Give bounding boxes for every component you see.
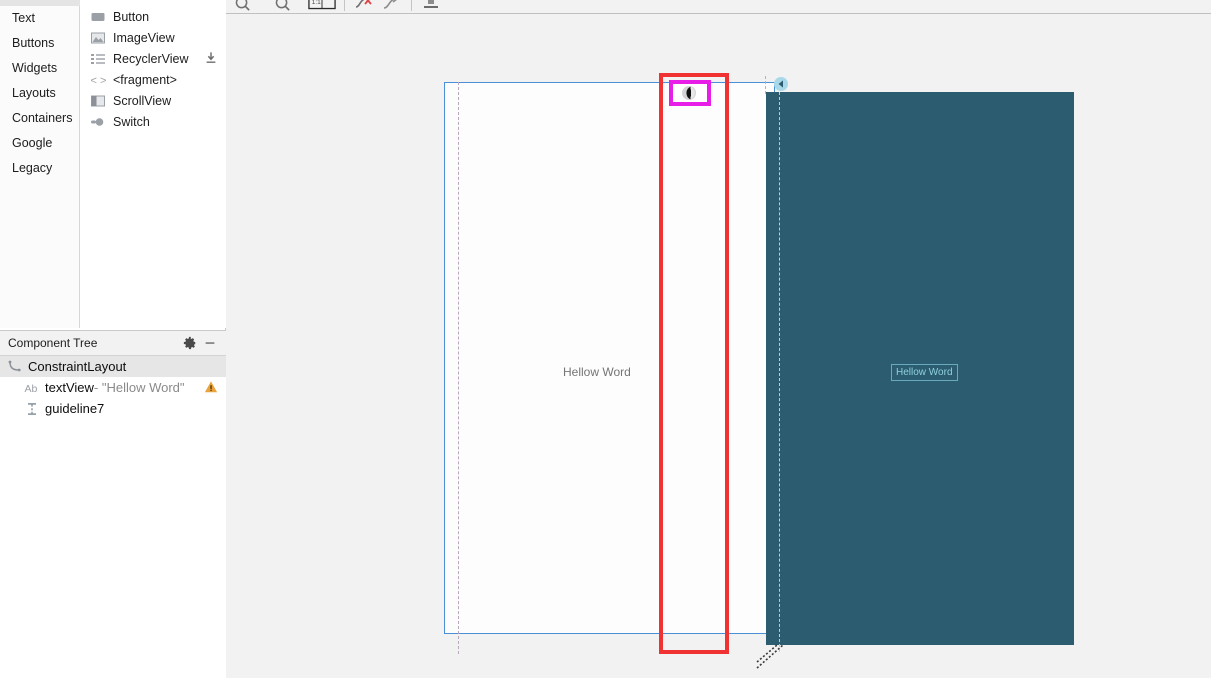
svg-text:Ab: Ab xyxy=(25,383,38,395)
component-tree-header: Component Tree xyxy=(0,331,226,356)
vertical-guideline-blueprint[interactable] xyxy=(779,92,780,652)
guideline-toggle-handle[interactable] xyxy=(681,85,697,101)
palette-category-widgets[interactable]: Widgets xyxy=(0,56,79,81)
palette-category-list[interactable]: Text Buttons Widgets Layouts Containers Googl… xyxy=(0,6,80,328)
palette-category-legacy[interactable]: Legacy xyxy=(0,156,79,181)
zoom-in-icon[interactable] xyxy=(274,0,291,12)
download-icon[interactable] xyxy=(204,51,218,65)
blueprint-textview[interactable]: Hellow Word xyxy=(891,364,958,381)
svg-text:1:1: 1:1 xyxy=(312,0,321,6)
recyclerview-icon xyxy=(90,51,106,67)
constraintlayout-icon xyxy=(7,359,23,375)
toolbar-separator-2 xyxy=(411,0,412,11)
palette-category-layouts[interactable]: Layouts xyxy=(0,81,79,106)
palette-category-buttons[interactable]: Buttons xyxy=(0,31,79,56)
gear-icon[interactable] xyxy=(182,335,198,351)
palette-item-label: ScrollView xyxy=(113,93,172,108)
toolbar-separator xyxy=(344,0,345,11)
blueprint-guideline-handle[interactable] xyxy=(773,76,789,92)
left-panel: Text Buttons Widgets Layouts Containers Googl… xyxy=(0,0,226,678)
component-tree-panel: Component Tree ConstraintLayout Ab textVie… xyxy=(0,330,226,678)
palette-item-label: ImageView xyxy=(113,30,175,45)
textview-ab-icon: Ab xyxy=(24,380,40,396)
svg-text:< >: < > xyxy=(91,75,107,87)
palette-item-recyclerview[interactable]: RecyclerView xyxy=(81,48,226,69)
palette-category-google[interactable]: Google xyxy=(0,131,79,156)
design-canvas[interactable]: Hellow Word Hellow Word xyxy=(226,14,1211,678)
blueprint-surface[interactable]: Hellow Word xyxy=(766,92,1074,652)
button-icon xyxy=(90,9,106,25)
infer-constraints-icon[interactable] xyxy=(381,0,399,12)
vertical-guideline-design[interactable] xyxy=(458,82,459,654)
component-tree-rows[interactable]: ConstraintLayout Ab textView - "Hellow Word… xyxy=(0,356,226,419)
clear-constraints-icon[interactable] xyxy=(354,0,374,12)
resize-handle[interactable] xyxy=(756,644,786,669)
magenta-annotation-box xyxy=(669,80,711,106)
palette-item-fragment[interactable]: < > <fragment> xyxy=(81,69,226,90)
palette-category-containers[interactable]: Containers xyxy=(0,106,79,131)
tree-row-textview[interactable]: Ab textView - "Hellow Word" xyxy=(0,377,226,398)
device-size-icon[interactable]: 1:1 xyxy=(308,0,336,11)
palette-item-button[interactable]: Button xyxy=(81,6,226,27)
imageview-icon xyxy=(90,30,106,46)
palette-item-scrollview[interactable]: ScrollView xyxy=(81,90,226,111)
palette-item-label: Button xyxy=(113,9,150,24)
tree-row-guideline7[interactable]: guideline7 xyxy=(0,398,226,419)
palette-category-text[interactable]: Text xyxy=(0,6,79,31)
design-surface[interactable]: Hellow Word xyxy=(444,82,775,634)
align-icon[interactable] xyxy=(422,0,440,12)
palette-item-label: Switch xyxy=(113,114,150,129)
android-studio-layout-editor: Text Buttons Widgets Layouts Containers Googl… xyxy=(0,0,1211,678)
component-tree-title: Component Tree xyxy=(8,336,98,350)
minimize-icon[interactable] xyxy=(202,335,218,351)
warning-icon[interactable] xyxy=(204,380,218,394)
palette-item-label: RecyclerView xyxy=(113,51,189,66)
tree-row-label: textView xyxy=(45,380,94,395)
tree-row-label: guideline7 xyxy=(45,401,105,416)
editor-toolbar[interactable]: 1:1 xyxy=(226,0,1211,14)
guideline-icon xyxy=(24,401,40,417)
switch-icon xyxy=(90,114,106,130)
zoom-out-icon[interactable] xyxy=(234,0,251,12)
scrollview-icon xyxy=(90,93,106,109)
fragment-icon: < > xyxy=(90,72,107,88)
palette-item-switch[interactable]: Switch xyxy=(81,111,226,132)
tree-row-label: ConstraintLayout xyxy=(28,359,127,374)
tree-row-detail: - "Hellow Word" xyxy=(93,380,185,395)
palette-item-label: <fragment> xyxy=(113,72,177,87)
palette-item-imageview[interactable]: ImageView xyxy=(81,27,226,48)
palette-item-list[interactable]: Button ImageView RecyclerView < > <fragment>… xyxy=(81,6,226,328)
design-textview[interactable]: Hellow Word xyxy=(563,365,631,379)
tree-row-constraintlayout[interactable]: ConstraintLayout xyxy=(0,356,226,377)
